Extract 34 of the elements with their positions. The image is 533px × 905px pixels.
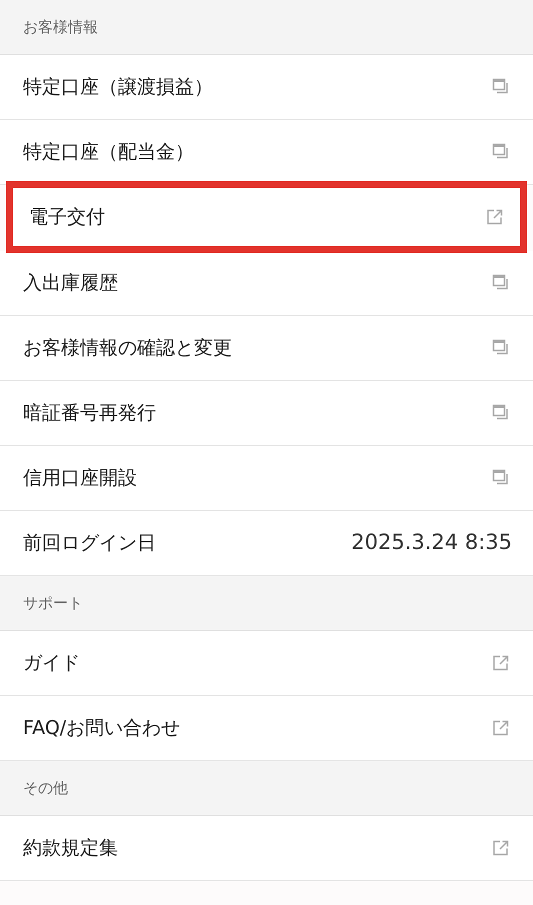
external-link-icon — [492, 654, 510, 672]
menu-item[interactable]: 約款規定集 — [0, 816, 533, 881]
section-heading: お客様情報 — [23, 16, 98, 38]
menu-label: 入出庫履歴 — [23, 270, 118, 296]
menu-label: 暗証番号再発行 — [23, 400, 156, 426]
menu-item[interactable]: 特定口座（譲渡損益） — [0, 55, 533, 120]
section-heading: サポート — [23, 592, 83, 614]
windows-icon — [492, 339, 510, 357]
windows-icon — [492, 404, 510, 422]
windows-icon — [492, 143, 510, 161]
menu-item[interactable]: 暗証番号再発行 — [0, 381, 533, 446]
menu-item[interactable]: 特定口座（配当金） — [0, 120, 533, 185]
external-link-icon — [492, 719, 510, 737]
login-date: 2025.3.24 8:35 — [351, 529, 512, 556]
menu-item[interactable]: お客様情報の確認と変更 — [0, 316, 533, 381]
windows-icon — [492, 78, 510, 96]
menu-label: お客様情報の確認と変更 — [23, 336, 232, 361]
menu-label: 信用口座開設 — [23, 466, 137, 491]
menu-item[interactable]: ガイド — [0, 631, 533, 696]
menu-label: 特定口座（配当金） — [23, 140, 194, 165]
windows-icon — [492, 469, 510, 487]
menu-label: 約款規定集 — [23, 836, 118, 861]
menu-label: FAQ/お問い合わせ — [23, 716, 180, 741]
menu-item[interactable]: FAQ/お問い合わせ — [0, 696, 533, 761]
menu-label: ガイド — [23, 650, 80, 676]
section-heading: その他 — [23, 778, 68, 799]
external-link-icon — [486, 208, 504, 226]
highlighted-menu-item[interactable]: 電子交付 — [6, 181, 527, 253]
menu-item[interactable]: 入出庫履歴 — [0, 251, 533, 316]
menu-label: 前回ログイン日 — [23, 530, 156, 556]
external-link-icon — [492, 839, 510, 857]
windows-icon — [492, 274, 510, 292]
menu-label: 電子交付 — [29, 204, 105, 230]
menu-label: 特定口座（譲渡損益） — [23, 74, 213, 100]
